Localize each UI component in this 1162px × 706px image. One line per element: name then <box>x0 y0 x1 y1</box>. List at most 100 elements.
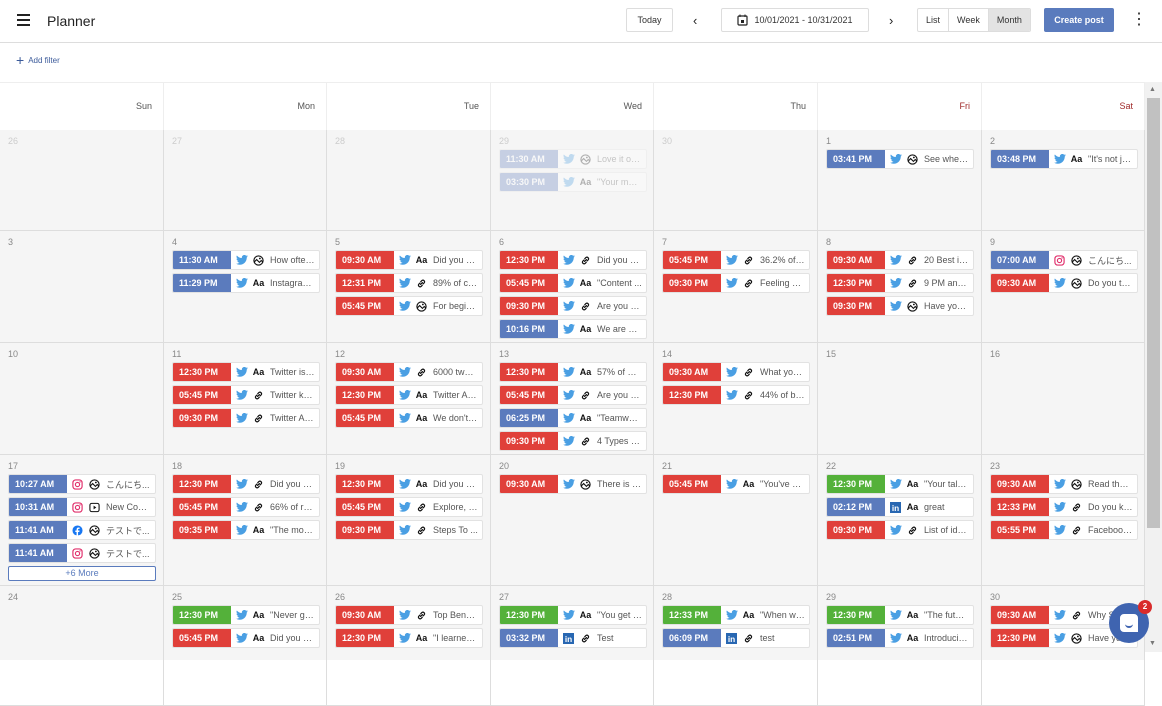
post-card[interactable]: 09:30 AM 20 Best id... <box>826 250 974 270</box>
post-card[interactable]: 05:45 PM Twitter ke... <box>172 385 320 405</box>
post-card[interactable]: 09:30 PM Feeling stu... <box>662 273 810 293</box>
post-card[interactable]: 07:00 AM こんにち... <box>990 250 1138 270</box>
post-card[interactable]: 03:41 PM See where ... <box>826 149 974 169</box>
day-cell[interactable]: 30 <box>654 130 818 231</box>
chevron-left-icon[interactable]: ‹ <box>693 13 697 28</box>
day-cell[interactable]: 15 <box>818 343 982 455</box>
day-cell[interactable]: 2212:30 PMAa"Your talen...02:12 PMinAagr… <box>818 455 982 586</box>
day-cell[interactable]: 29 12:30 PM Aa "The futur... 02:51 PM Aa Intro… <box>818 586 982 706</box>
post-card[interactable]: 09:30 AM There is s... <box>499 474 647 494</box>
scrollbar-thumb[interactable] <box>1147 98 1160 528</box>
post-card[interactable]: 10:31 AM New Com... <box>8 497 156 517</box>
post-card[interactable]: 05:45 PM 66% of res... <box>172 497 320 517</box>
post-card[interactable]: 05:45 PM For beginn... <box>335 296 483 316</box>
post-card[interactable]: 02:12 PM in Aa great <box>826 497 974 517</box>
day-cell[interactable]: 9 07:00 AM こんにち... 09:30 AM Do you thi... <box>982 231 1145 343</box>
view-week-button[interactable]: Week <box>949 9 989 31</box>
view-month-button[interactable]: Month <box>988 9 1030 31</box>
post-card[interactable]: 05:45 PM 36.2% of B... <box>662 250 810 270</box>
post-card[interactable]: 10:27 AM こんにち... <box>8 474 156 494</box>
post-card[interactable]: 09:30 AM Aa Did you kn... <box>335 250 483 270</box>
post-card[interactable]: 09:30 AM Top Benefi... <box>335 605 483 625</box>
post-card[interactable]: 06:09 PM in test <box>662 628 810 648</box>
hamburger-menu-icon[interactable] <box>17 14 30 26</box>
day-cell[interactable]: 24 <box>0 586 164 706</box>
day-cell[interactable]: 19 12:30 PM Aa Did you kn... 05:45 PM Explore… <box>327 455 491 586</box>
view-list-button[interactable]: List <box>918 9 950 31</box>
post-card[interactable]: 05:45 PM Aa Did you kn... <box>172 628 320 648</box>
day-cell[interactable]: 4 11:30 AM How often... 11:29 PM Aa Instagram… <box>164 231 327 343</box>
day-cell[interactable]: 7 05:45 PM 36.2% of B... 09:30 PM Feeling st… <box>654 231 818 343</box>
day-cell[interactable]: 29 11:30 AM Love it or ... 03:30 PM Aa "Your … <box>491 130 654 231</box>
date-range-picker[interactable]: 10/01/2021 - 10/31/2021 <box>721 8 869 32</box>
post-card[interactable]: 12:30 PM Did you kn... <box>172 474 320 494</box>
day-cell[interactable]: 28 12:33 PM Aa "When we ... 06:09 PM in test <box>654 586 818 706</box>
post-card[interactable]: 12:30 PM 9 PM and ... <box>826 273 974 293</box>
day-cell[interactable]: 11 12:30 PM Aa Twitter is t... 05:45 PM Twitt… <box>164 343 327 455</box>
post-card[interactable]: 11:29 PM Aa Instagram ... <box>172 273 320 293</box>
day-cell[interactable]: 23 09:30 AM Read that ... 12:33 PM Do you kn… <box>982 455 1145 586</box>
post-card[interactable]: 12:33 PM Do you kn... <box>990 497 1138 517</box>
day-cell[interactable]: 5 09:30 AM Aa Did you kn... 12:31 PM 89% of c… <box>327 231 491 343</box>
post-card[interactable]: 05:55 PM Facebook ... <box>990 520 1138 540</box>
post-card[interactable]: 09:30 PM Are you str... <box>499 296 647 316</box>
post-card[interactable]: 09:30 PM List of ide... <box>826 520 974 540</box>
chevron-right-icon[interactable]: › <box>889 13 893 28</box>
day-cell[interactable]: 2 03:48 PM Aa "It's not ju... <box>982 130 1145 231</box>
day-cell[interactable]: 1 03:41 PM See where ... <box>818 130 982 231</box>
day-cell[interactable]: 14 09:30 AM What you ... 12:30 PM 44% of bra… <box>654 343 818 455</box>
post-card[interactable]: 05:45 PM Aa "You've go... <box>662 474 810 494</box>
post-card[interactable]: 12:30 PM Aa "The futur... <box>826 605 974 625</box>
day-cell[interactable]: 27 12:30 PM Aa "You get to... 03:32 PM in Test <box>491 586 654 706</box>
post-card[interactable]: 09:30 PM Twitter Alg... <box>172 408 320 428</box>
day-cell[interactable]: 12 09:30 AM 6000 twee... 12:30 PM Aa Twitter … <box>327 343 491 455</box>
day-cell[interactable]: 27 <box>164 130 327 231</box>
day-cell[interactable]: 8 09:30 AM 20 Best id... 12:30 PM 9 PM and .… <box>818 231 982 343</box>
post-card[interactable]: 11:30 AM How often... <box>172 250 320 270</box>
scroll-down-icon[interactable]: ▼ <box>1149 640 1156 647</box>
day-cell[interactable]: 6 12:30 PM Did you kn... 05:45 PM Aa "Content… <box>491 231 654 343</box>
day-cell[interactable]: 25 12:30 PM Aa "Never giv... 05:45 PM Aa Did y… <box>164 586 327 706</box>
post-card[interactable]: 12:30 PM Aa Twitter is t... <box>172 362 320 382</box>
day-cell[interactable]: 26 <box>0 130 164 231</box>
post-card[interactable]: 12:33 PM Aa "When we ... <box>662 605 810 625</box>
post-card[interactable]: 10:16 PM Aa We are ho... <box>499 319 647 339</box>
post-card[interactable]: 12:31 PM 89% of co... <box>335 273 483 293</box>
post-card[interactable]: 11:41 AM テストで... <box>8 543 156 563</box>
post-card[interactable]: 12:30 PM Aa "Never giv... <box>172 605 320 625</box>
post-card[interactable]: 11:30 AM Love it or ... <box>499 149 647 169</box>
post-card[interactable]: 12:30 PM Aa "I learned t... <box>335 628 483 648</box>
create-post-button[interactable]: Create post <box>1044 8 1114 32</box>
post-card[interactable]: 12:30 PM 44% of bra... <box>662 385 810 405</box>
post-card[interactable]: 09:30 AM Do you thi... <box>990 273 1138 293</box>
post-card[interactable]: 09:35 PM Aa "The most ... <box>172 520 320 540</box>
post-card[interactable]: 06:25 PM Aa "Teamwor... <box>499 408 647 428</box>
post-card[interactable]: 12:30 PM Aa "You get to... <box>499 605 647 625</box>
day-cell[interactable]: 26 09:30 AM Top Benefi... 12:30 PM Aa "I lear… <box>327 586 491 706</box>
post-card[interactable]: 02:51 PM Aa Introducin... <box>826 628 974 648</box>
day-cell[interactable]: 20 09:30 AM There is s... <box>491 455 654 586</box>
day-cell[interactable]: 3 <box>0 231 164 343</box>
today-button[interactable]: Today <box>626 8 673 32</box>
post-card[interactable]: 12:30 PM Aa "Your talen... <box>826 474 974 494</box>
post-card[interactable]: 12:30 PM Aa 57% of ma... <box>499 362 647 382</box>
day-cell[interactable]: 18 12:30 PM Did you kn... 05:45 PM 66% of re… <box>164 455 327 586</box>
post-card[interactable]: 09:30 PM Have you t... <box>826 296 974 316</box>
vertical-scrollbar[interactable]: ▲ ▼ <box>1145 82 1162 652</box>
day-cell[interactable]: 17 10:27 AM こんにち... 10:31 AM New Com... 11:41… <box>0 455 164 586</box>
post-card[interactable]: 09:30 PM Steps To ... <box>335 520 483 540</box>
post-card[interactable]: 12:30 PM Aa Twitter Alg... <box>335 385 483 405</box>
add-filter-button[interactable]: + Add filter <box>16 53 60 67</box>
day-cell[interactable]: 16 <box>982 343 1145 455</box>
post-card[interactable]: 12:30 PM Did you kn... <box>499 250 647 270</box>
post-card[interactable]: 05:45 PM Aa We don't h... <box>335 408 483 428</box>
post-card[interactable]: 12:30 PM Aa Did you kn... <box>335 474 483 494</box>
post-card[interactable]: 09:30 AM 6000 twee... <box>335 362 483 382</box>
more-options-icon[interactable]: ⋮ <box>1131 11 1147 29</box>
post-card[interactable]: 05:45 PM Explore, se... <box>335 497 483 517</box>
post-card[interactable]: 03:32 PM in Test <box>499 628 647 648</box>
post-card[interactable]: 05:45 PM Aa "Content ... <box>499 273 647 293</box>
post-card[interactable]: 03:48 PM Aa "It's not ju... <box>990 149 1138 169</box>
post-card[interactable]: 09:30 AM Read that ... <box>990 474 1138 494</box>
post-card[interactable]: 03:30 PM Aa "Your mar... <box>499 172 647 192</box>
